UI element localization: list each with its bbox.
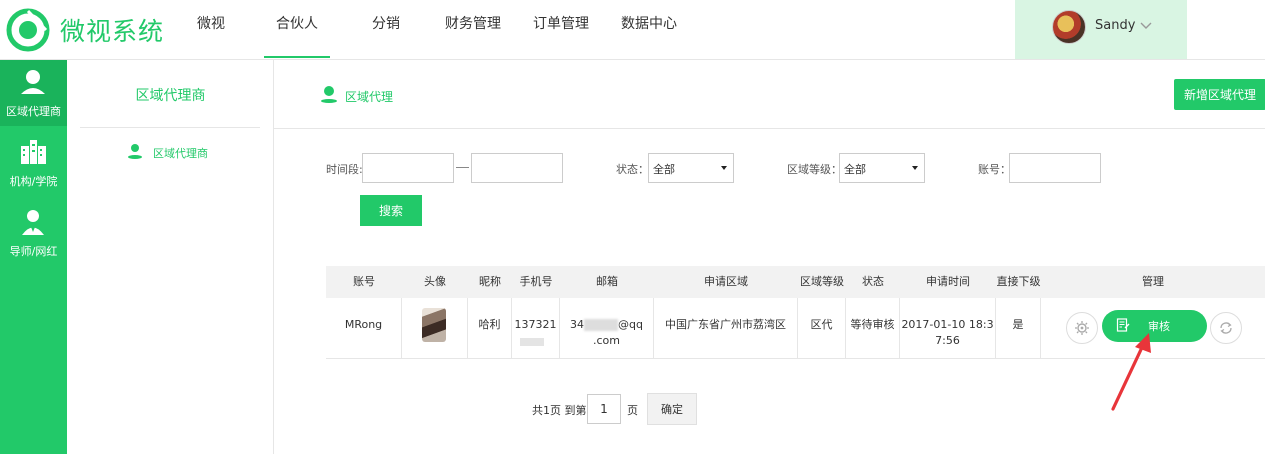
gear-icon	[1075, 321, 1089, 335]
sidebar-item-mentor[interactable]: 导师/网红	[0, 200, 67, 266]
email-start: 34	[570, 318, 585, 331]
blurred-text	[584, 319, 619, 331]
cell-apply-time: 2017-01-10 18:3 7:56	[900, 298, 996, 358]
search-button[interactable]: 搜索	[360, 195, 422, 226]
account-label: 账号：	[978, 163, 1011, 176]
status-select-value: 全部	[653, 163, 675, 176]
col-email: 邮箱	[596, 275, 618, 288]
end-date-input[interactable]	[471, 153, 563, 183]
nav-orders[interactable]: 订单管理	[532, 0, 590, 58]
cell-status: 等待审核	[846, 298, 900, 358]
user-menu[interactable]: Sandy	[1015, 0, 1187, 59]
apply-time-line1: 2017-01-10 18:3	[901, 318, 994, 331]
cell-account: MRong	[326, 298, 402, 358]
nav-finance[interactable]: 财务管理	[444, 0, 502, 58]
account-value: MRong	[344, 318, 383, 331]
top-header: 微视系统 微视 合伙人 分销 财务管理 订单管理 数据中心 Sandy	[0, 0, 1265, 60]
status-value: 等待审核	[850, 318, 895, 331]
col-level: 区域等级	[800, 275, 844, 288]
left-sidebar: 区域代理商 机构/学院 导师/网红	[0, 60, 67, 454]
submenu-item-label: 区域代理商	[153, 147, 208, 160]
caret-down-icon	[912, 166, 918, 170]
row-avatar-image	[422, 308, 446, 342]
cell-avatar	[402, 298, 468, 358]
email-line1: 34 @qq	[560, 317, 653, 333]
annotation-arrow-icon	[1111, 333, 1151, 411]
chevron-down-icon	[1140, 22, 1152, 29]
email-end: @qq	[618, 318, 643, 331]
phone-value: 137321	[514, 318, 557, 331]
user-pin-icon	[321, 86, 337, 103]
col-region: 申请区域	[704, 275, 748, 288]
col-nickname: 昵称	[479, 275, 501, 288]
col-account: 账号	[353, 275, 375, 288]
user-avatar	[1052, 10, 1086, 44]
sub-menu: 区域代理商 区域代理商	[67, 60, 274, 454]
nickname-value: 哈利	[478, 318, 501, 331]
status-select[interactable]: 全部	[648, 153, 734, 183]
user-pin-icon	[21, 70, 45, 94]
nav-data-center[interactable]: 数据中心	[620, 0, 678, 58]
user-pin-icon	[128, 144, 142, 159]
page-title: 区域代理	[345, 90, 394, 104]
sidebar-item-regional-agent[interactable]: 区域代理商	[0, 60, 67, 126]
region-level-select-value: 全部	[844, 163, 866, 176]
account-input[interactable]	[1009, 153, 1101, 183]
status-label: 状态：	[616, 163, 649, 176]
range-dash	[456, 167, 469, 168]
col-manage: 管理	[1142, 275, 1164, 288]
page-number-input[interactable]	[587, 394, 621, 424]
blurred-text	[520, 338, 544, 346]
submenu-title: 区域代理商	[135, 88, 206, 104]
pagination-total: 共1页 到第	[532, 404, 587, 417]
sync-button[interactable]	[1210, 312, 1242, 344]
logo-text: 微视系统	[60, 17, 165, 46]
add-regional-agent-button[interactable]: 新增区域代理	[1174, 79, 1265, 110]
cell-level: 区代	[798, 298, 846, 358]
col-status: 状态	[862, 275, 884, 288]
start-date-input[interactable]	[362, 153, 454, 183]
user-name: Sandy	[1095, 18, 1136, 33]
cell-direct-sub: 是	[996, 298, 1041, 358]
cell-region: 中国广东省广州市荔湾区	[654, 298, 798, 358]
building-icon	[21, 140, 46, 164]
table-header: 账号 头像 昵称 手机号 邮箱 申请区域 区域等级 状态 申请时间 直接下级 管…	[326, 266, 1265, 298]
region-level-label: 区域等级：	[787, 163, 842, 176]
direct-sub-value: 是	[1012, 318, 1024, 331]
sidebar-item-institution[interactable]: 机构/学院	[0, 130, 67, 196]
sidebar-item-label: 区域代理商	[6, 105, 61, 118]
region-value: 中国广东省广州市荔湾区	[665, 318, 786, 331]
cell-email: 34 @qq .com	[560, 298, 654, 358]
page-title-bar: 区域代理 新增区域代理	[274, 60, 1265, 129]
nav-distribution[interactable]: 分销	[370, 0, 402, 58]
caret-down-icon	[721, 166, 727, 170]
sidebar-item-label: 机构/学院	[9, 175, 58, 188]
region-level-select[interactable]: 全部	[839, 153, 925, 183]
email-line2: .com	[593, 334, 620, 347]
pagination-confirm-button[interactable]: 确定	[647, 393, 697, 425]
cell-nickname: 哈利	[468, 298, 512, 358]
refresh-icon	[1220, 322, 1232, 334]
pagination-suffix: 页	[627, 404, 638, 417]
logo-icon	[6, 8, 50, 52]
col-phone: 手机号	[519, 275, 553, 288]
apply-time-line2: 7:56	[935, 334, 960, 347]
col-direct-sub: 直接下级	[996, 275, 1041, 288]
col-apply-time: 申请时间	[926, 275, 970, 288]
settings-button[interactable]	[1066, 312, 1098, 344]
mentor-icon	[22, 210, 44, 235]
nav-weishi[interactable]: 微视	[195, 0, 227, 58]
nav-partner[interactable]: 合伙人	[264, 0, 330, 58]
time-range-label: 时间段:	[326, 163, 363, 176]
level-value: 区代	[810, 318, 833, 331]
sidebar-item-label: 导师/网红	[9, 245, 58, 258]
divider	[80, 127, 260, 128]
col-avatar: 头像	[424, 275, 446, 288]
cell-phone: 137321	[512, 298, 560, 358]
